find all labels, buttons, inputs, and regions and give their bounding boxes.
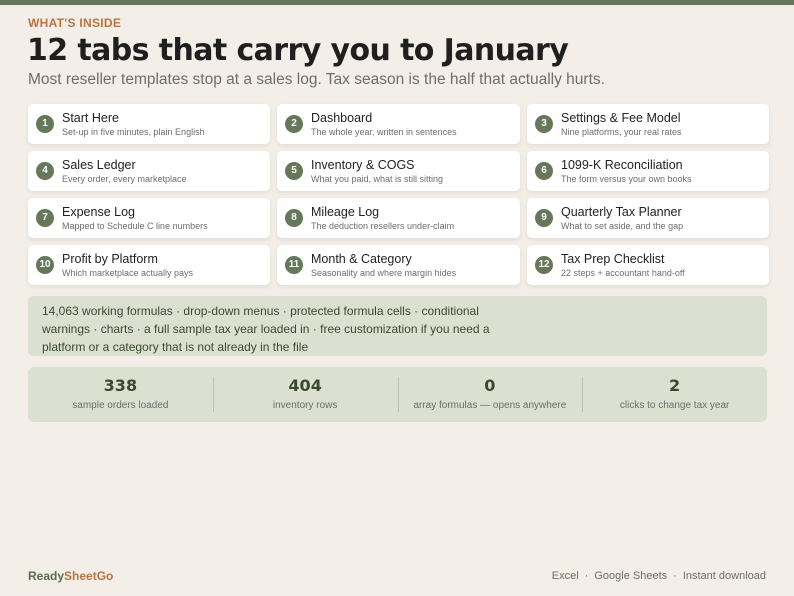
tab-card-profit-by-platform: 10 Profit by Platform Which marketplace … bbox=[28, 245, 270, 285]
tab-number-badge: 5 bbox=[285, 162, 303, 180]
tab-description: Nine platforms, your real rates bbox=[561, 127, 682, 137]
tab-title: Tax Prep Checklist bbox=[561, 252, 665, 266]
page-title: 12 tabs that carry you to January bbox=[27, 33, 569, 68]
tab-number-badge: 11 bbox=[285, 256, 303, 274]
tab-description: Seasonality and where margin hides bbox=[311, 268, 457, 278]
stat-value: 0 bbox=[484, 376, 496, 395]
stat-label: array formulas — opens anywhere bbox=[413, 400, 567, 411]
format-instant-download: Instant download bbox=[682, 570, 766, 582]
tab-card-month-category: 11 Month & Category Seasonality and wher… bbox=[277, 245, 520, 285]
separator: · bbox=[673, 570, 677, 582]
features-panel: 14,063 working formulas · drop-down menu… bbox=[28, 296, 767, 356]
tab-description: What you paid, what is still sitting bbox=[311, 174, 444, 184]
format-excel: Excel bbox=[551, 570, 579, 582]
tab-title: Month & Category bbox=[311, 252, 412, 266]
tab-card-expense-log: 7 Expense Log Mapped to Schedule C line … bbox=[28, 198, 270, 238]
tab-description: Set-up in five minutes, plain English bbox=[62, 127, 205, 137]
tab-card-settings: 3 Settings & Fee Model Nine platforms, y… bbox=[527, 104, 769, 144]
tab-number-badge: 3 bbox=[535, 115, 553, 133]
stat-label: clicks to change tax year bbox=[619, 400, 730, 411]
stats-panel: 338 sample orders loaded 404 inventory r… bbox=[28, 367, 767, 422]
stat-value: 404 bbox=[288, 376, 322, 395]
stat-label: sample orders loaded bbox=[72, 400, 169, 411]
tab-title: Dashboard bbox=[311, 111, 373, 125]
format-list: Excel · Google Sheets · Instant download bbox=[552, 570, 766, 582]
tab-description: Which marketplace actually pays bbox=[62, 268, 194, 278]
tab-title: Expense Log bbox=[62, 205, 135, 219]
tab-title: 1099-K Reconciliation bbox=[561, 158, 683, 172]
features-text: 14,063 working formulas · drop-down menu… bbox=[42, 304, 490, 354]
stat-value: 2 bbox=[669, 376, 681, 395]
tab-card-tax-prep-checklist: 12 Tax Prep Checklist 22 steps + account… bbox=[527, 245, 769, 285]
brand-name-part-2: SheetGo bbox=[64, 569, 114, 583]
tab-description: 22 steps + accountant hand-off bbox=[561, 268, 685, 278]
brand-logo: ReadySheetGo bbox=[28, 569, 113, 583]
tab-number-badge: 7 bbox=[36, 209, 54, 227]
tab-card-1099k: 6 1099-K Reconciliation The form versus … bbox=[527, 151, 769, 191]
stat-value: 338 bbox=[103, 376, 138, 395]
tab-card-dashboard: 2 Dashboard The whole year, written in s… bbox=[277, 104, 520, 144]
tab-title: Mileage Log bbox=[311, 205, 380, 219]
tab-card-mileage-log: 8 Mileage Log The deduction resellers un… bbox=[277, 198, 520, 238]
tab-number-badge: 8 bbox=[285, 209, 303, 227]
stat-sample-orders: 338 sample orders loaded bbox=[28, 367, 213, 422]
tab-card-quarterly-tax: 9 Quarterly Tax Planner What to set asid… bbox=[527, 198, 769, 238]
tab-title: Inventory & COGS bbox=[311, 158, 415, 172]
tab-title: Start Here bbox=[62, 111, 119, 125]
stat-label: inventory rows bbox=[272, 400, 338, 411]
tab-card-sales-ledger: 4 Sales Ledger Every order, every market… bbox=[28, 151, 270, 191]
stat-inventory-rows: 404 inventory rows bbox=[212, 367, 398, 422]
tab-number-badge: 12 bbox=[535, 256, 553, 274]
stat-clicks-tax-year: 2 clicks to change tax year bbox=[582, 367, 767, 422]
section-eyebrow: WHAT'S INSIDE bbox=[28, 16, 122, 30]
tab-number-badge: 9 bbox=[535, 209, 553, 227]
top-accent-bar bbox=[0, 0, 794, 5]
tab-description: The deduction resellers under-claim bbox=[311, 221, 455, 231]
tab-number-badge: 10 bbox=[36, 256, 54, 274]
page-subtitle: Most reseller templates stop at a sales … bbox=[28, 71, 605, 88]
separator: · bbox=[584, 570, 589, 582]
format-google-sheets: Google Sheets bbox=[594, 570, 668, 582]
tab-card-start-here: 1 Start Here Set-up in five minutes, pla… bbox=[28, 104, 270, 144]
tab-number-badge: 2 bbox=[285, 115, 303, 133]
tab-description: What to set aside, and the gap bbox=[561, 221, 684, 231]
tab-description: Every order, every marketplace bbox=[62, 174, 187, 184]
tab-title: Sales Ledger bbox=[62, 158, 136, 172]
tab-number-badge: 6 bbox=[535, 162, 553, 180]
tabs-grid: 1 Start Here Set-up in five minutes, pla… bbox=[28, 104, 769, 285]
tab-title: Profit by Platform bbox=[62, 252, 158, 266]
tab-title: Settings & Fee Model bbox=[561, 111, 681, 125]
tab-title: Quarterly Tax Planner bbox=[561, 205, 682, 219]
tab-description: Mapped to Schedule C line numbers bbox=[62, 221, 208, 231]
tab-number-badge: 1 bbox=[36, 115, 54, 133]
tab-number-badge: 4 bbox=[36, 162, 54, 180]
brand-name-part-1: Ready bbox=[28, 569, 65, 583]
stat-array-formulas: 0 array formulas — opens anywhere bbox=[397, 367, 583, 422]
tab-description: The whole year, written in sentences bbox=[311, 127, 457, 137]
tab-card-inventory: 5 Inventory & COGS What you paid, what i… bbox=[277, 151, 520, 191]
tab-description: The form versus your own books bbox=[561, 174, 692, 184]
